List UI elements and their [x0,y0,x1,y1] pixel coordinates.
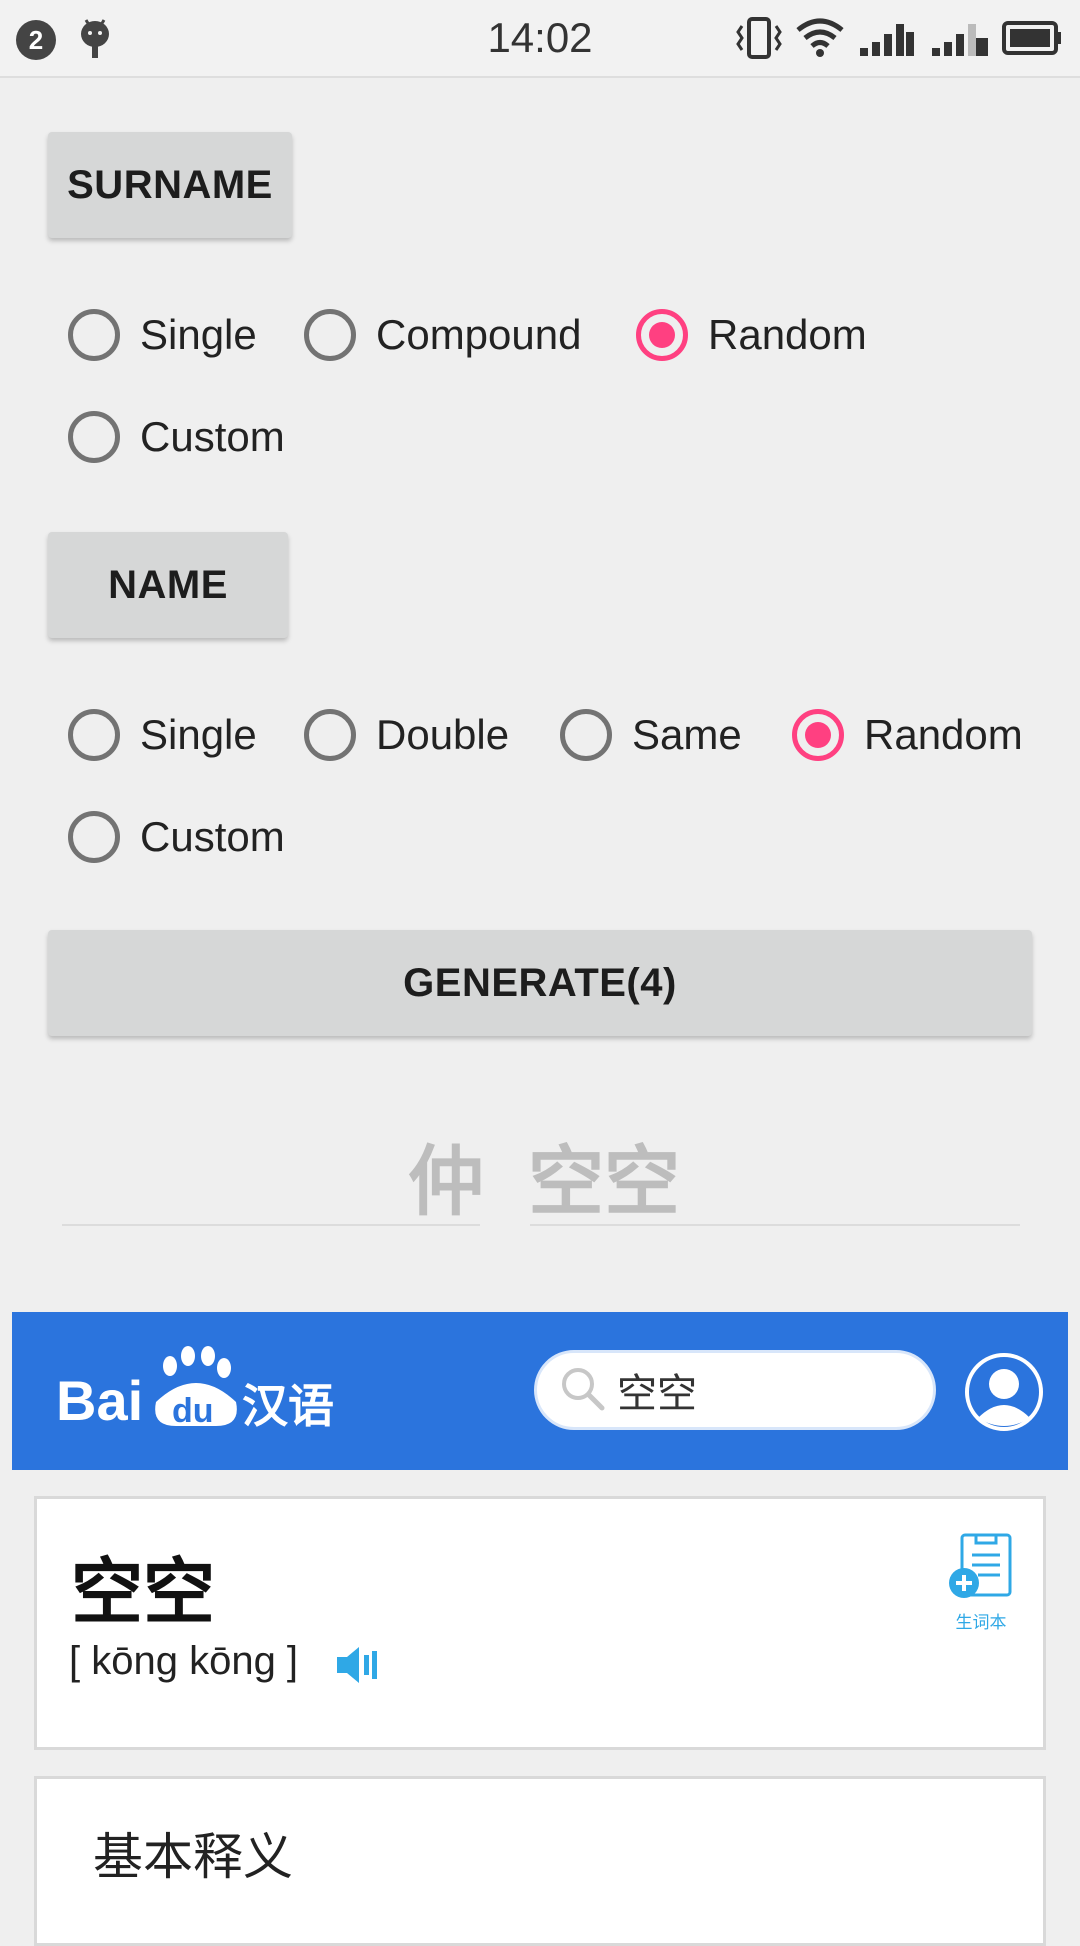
wifi-icon [796,18,844,63]
vibrate-icon [736,16,782,65]
name-radio-same[interactable]: Same [560,700,742,770]
result-surname-field[interactable]: 仲 [408,1120,484,1230]
definition-section-title: 基本释义 [93,1828,293,1886]
surname-radio-custom[interactable]: Custom [68,402,285,472]
surname-radio-compound[interactable]: Compound [304,300,581,370]
result-given-name-underline [530,1224,1020,1226]
radio-label: Double [376,711,510,758]
signal-2-icon [930,18,988,63]
radio-circle[interactable] [68,411,120,463]
user-avatar-icon[interactable] [964,1352,1044,1437]
word-card: 空空 [ kōng kōng ] 生词本 [34,1496,1046,1750]
radio-circle[interactable] [636,309,688,361]
battery-icon [1002,20,1062,61]
name-radio-double[interactable]: Double [304,700,509,770]
result-surname-underline [62,1224,480,1226]
surname-button[interactable]: SURNAME [48,132,292,238]
pinyin-text: [ kōng kōng ] [69,1639,299,1683]
speaker-icon[interactable] [335,1645,381,1690]
radio-circle[interactable] [68,811,120,863]
vocab-book-button[interactable]: 生词本 [943,1533,1019,1633]
radio-circle[interactable] [560,709,612,761]
baidu-header: Bai du 汉语 [12,1312,1068,1470]
radio-label: Single [140,711,257,758]
radio-label: Same [632,711,742,758]
status-bar: 2 14:02 [0,0,1080,78]
definition-card: 基本释义 [34,1776,1046,1946]
radio-label: Random [708,311,867,358]
svg-text:du: du [172,1392,214,1430]
radio-label: Compound [376,311,582,358]
baidu-search-input[interactable] [615,1366,919,1414]
radio-circle[interactable] [304,309,356,361]
name-button[interactable]: NAME [48,532,288,638]
generate-button[interactable]: GENERATE(4) [48,930,1032,1036]
radio-label: Single [140,311,257,358]
radio-circle[interactable] [304,709,356,761]
name-radio-single[interactable]: Single [68,700,257,770]
signal-1-icon [858,18,916,63]
vocab-book-icon [949,1533,1012,1598]
baidu-search-box[interactable] [534,1350,936,1430]
surname-radio-single[interactable]: Single [68,300,257,370]
baidu-hanyu-logo[interactable]: Bai du 汉语 [56,1342,346,1437]
vocab-book-label: 生词本 [955,1613,1007,1633]
result-given-name-field[interactable]: 空空 [528,1120,680,1230]
radio-circle[interactable] [68,309,120,361]
word-title: 空空 [71,1550,216,1634]
radio-label: Custom [140,413,285,460]
radio-label: Random [864,711,1023,758]
svg-text:Bai: Bai [56,1369,143,1432]
svg-text:汉语: 汉语 [242,1379,334,1432]
radio-circle[interactable] [792,709,844,761]
radio-circle[interactable] [68,709,120,761]
surname-radio-random[interactable]: Random [636,300,867,370]
search-icon [559,1365,605,1416]
name-radio-custom[interactable]: Custom [68,802,285,872]
name-radio-random[interactable]: Random [792,700,1023,770]
radio-label: Custom [140,813,285,860]
